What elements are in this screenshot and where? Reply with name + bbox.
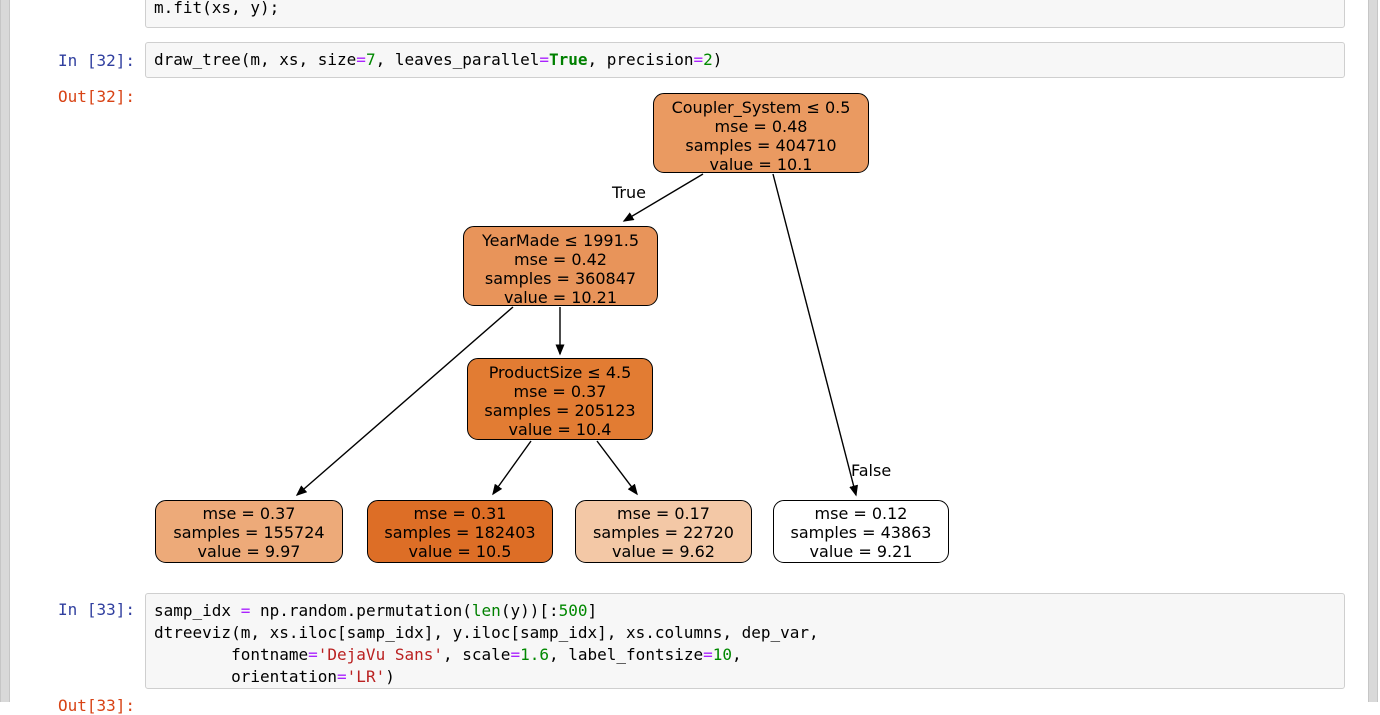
- code-token: 2: [703, 50, 713, 69]
- code-token: 1.6: [520, 645, 549, 664]
- tree-edge-productsize-leaf3: [597, 441, 637, 494]
- node-samples: samples = 360847: [464, 269, 657, 288]
- node-mse: mse = 0.37: [468, 382, 652, 401]
- code-token: =: [693, 50, 703, 69]
- code-token: , precision: [588, 50, 694, 69]
- node-value: value = 9.21: [774, 542, 948, 561]
- node-samples: samples = 205123: [468, 401, 652, 420]
- code-token: samp_idx: [154, 601, 241, 620]
- prompt-in-32: In [32]:: [20, 52, 135, 70]
- code-token: ,: [732, 645, 742, 664]
- node-value: value = 10.1: [654, 155, 868, 174]
- code-token: (y))[:: [501, 601, 559, 620]
- code-token: 'LR': [347, 667, 386, 686]
- tree-edge-root-leaf4: [773, 174, 856, 495]
- code-token: =: [703, 645, 713, 664]
- code-token: ): [713, 50, 723, 69]
- code-input-dtreeviz[interactable]: samp_idx = np.random.permutation(len(y))…: [146, 594, 1344, 694]
- code-token: =: [308, 645, 318, 664]
- code-token: =: [510, 645, 520, 664]
- node-value: value = 10.21: [464, 288, 657, 307]
- node-samples: samples = 155724: [156, 523, 342, 542]
- node-mse: mse = 0.37: [156, 504, 342, 523]
- tree-leaf-2: mse = 0.31 samples = 182403 value = 10.5: [367, 500, 553, 563]
- node-mse: mse = 0.12: [774, 504, 948, 523]
- tree-leaf-1: mse = 0.37 samples = 155724 value = 9.97: [155, 500, 343, 563]
- tree-leaf-4: mse = 0.12 samples = 43863 value = 9.21: [773, 500, 949, 563]
- code-token: ): [385, 667, 395, 686]
- prompt-out-33: Out[33]:: [20, 697, 135, 715]
- node-samples: samples = 404710: [654, 136, 868, 155]
- code-token: draw_tree(m, xs, size: [154, 50, 356, 69]
- node-split-rule: YearMade ≤ 1991.5: [464, 231, 657, 250]
- tree-leaf-3: mse = 0.17 samples = 22720 value = 9.62: [575, 500, 752, 563]
- code-token: True: [549, 50, 588, 69]
- prompt-in-33: In [33]:: [20, 601, 135, 619]
- code-cell-draw-tree[interactable]: draw_tree(m, xs, size=7, leaves_parallel…: [145, 42, 1345, 78]
- node-samples: samples = 22720: [576, 523, 751, 542]
- code-token: dtreeviz(m, xs.iloc[samp_idx], y.iloc[sa…: [154, 623, 819, 642]
- code-input-fit[interactable]: m.fit(xs, y);: [146, 0, 1344, 25]
- right-scrollbar[interactable]: [1368, 0, 1378, 702]
- code-token: np.random.permutation(: [250, 601, 472, 620]
- left-window-edge: [0, 0, 10, 702]
- edge-label-false: False: [851, 461, 891, 480]
- code-cell-dtreeviz[interactable]: samp_idx = np.random.permutation(len(y))…: [145, 593, 1345, 689]
- code-token: , label_fontsize: [549, 645, 703, 664]
- tree-node-productsize: ProductSize ≤ 4.5 mse = 0.37 samples = 2…: [467, 358, 653, 440]
- code-token: , leaves_parallel: [376, 50, 540, 69]
- tree-node-root: Coupler_System ≤ 0.5 mse = 0.48 samples …: [653, 93, 869, 173]
- code-token: =: [356, 50, 366, 69]
- node-value: value = 9.62: [576, 542, 751, 561]
- node-mse: mse = 0.42: [464, 250, 657, 269]
- tree-node-yearmade: YearMade ≤ 1991.5 mse = 0.42 samples = 3…: [463, 226, 658, 306]
- edge-label-true: True: [612, 183, 646, 202]
- code-token: =: [337, 667, 347, 686]
- node-split-rule: ProductSize ≤ 4.5: [468, 363, 652, 382]
- code-token: orientation: [154, 667, 337, 686]
- code-token: 10: [713, 645, 732, 664]
- code-token: m.fit(xs, y);: [154, 0, 279, 17]
- code-token: fontname: [154, 645, 308, 664]
- code-token: 500: [559, 601, 588, 620]
- node-mse: mse = 0.17: [576, 504, 751, 523]
- code-token: =: [241, 601, 251, 620]
- code-cell-fit[interactable]: m.fit(xs, y);: [145, 0, 1345, 28]
- tree-edge-productsize-leaf2: [493, 441, 531, 494]
- code-token: 'DejaVu Sans': [318, 645, 443, 664]
- node-mse: mse = 0.31: [368, 504, 552, 523]
- node-mse: mse = 0.48: [654, 117, 868, 136]
- node-samples: samples = 43863: [774, 523, 948, 542]
- node-samples: samples = 182403: [368, 523, 552, 542]
- code-token: , scale: [443, 645, 510, 664]
- node-value: value = 9.97: [156, 542, 342, 561]
- code-token: =: [539, 50, 549, 69]
- code-input-draw-tree[interactable]: draw_tree(m, xs, size=7, leaves_parallel…: [146, 43, 1344, 77]
- code-token: 7: [366, 50, 376, 69]
- code-token: len: [472, 601, 501, 620]
- prompt-out-32: Out[32]:: [20, 88, 135, 106]
- node-split-rule: Coupler_System ≤ 0.5: [654, 98, 868, 117]
- node-value: value = 10.4: [468, 420, 652, 439]
- code-token: ]: [588, 601, 598, 620]
- node-value: value = 10.5: [368, 542, 552, 561]
